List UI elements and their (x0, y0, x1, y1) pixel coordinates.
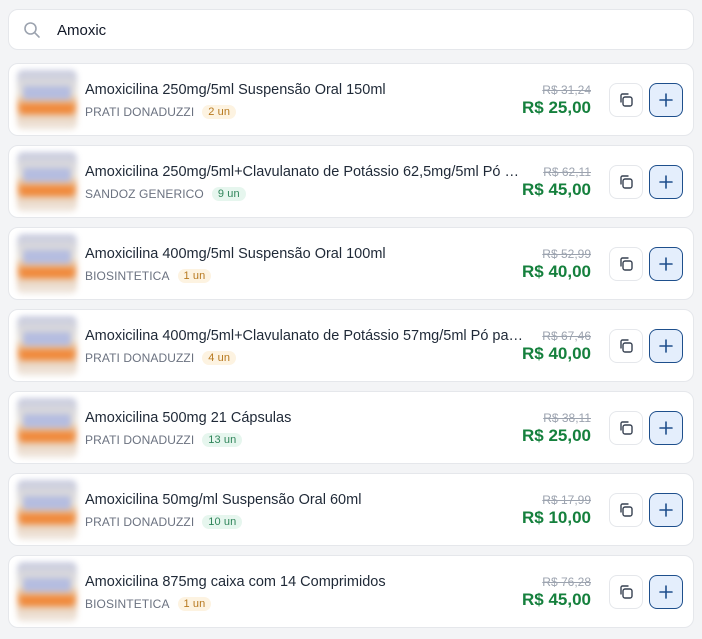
product-lab-row: PRATI DONADUZZI 4 un (85, 351, 237, 365)
sale-price: R$ 25,00 (522, 426, 591, 445)
product-manufacturer: PRATI DONADUZZI (85, 515, 195, 529)
product-manufacturer: PRATI DONADUZZI (85, 433, 195, 447)
product-image (17, 480, 77, 540)
copy-icon (620, 175, 633, 189)
copy-icon (620, 93, 633, 107)
original-price: R$ 67,46 (542, 329, 591, 343)
product-name: Amoxicilina 250mg/5ml Suspensão Oral 150… (85, 82, 386, 98)
copy-icon (620, 503, 633, 517)
copy-button[interactable] (609, 247, 643, 281)
copy-icon (620, 585, 633, 599)
stock-badge: 10 un (202, 515, 243, 529)
product-card[interactable]: Amoxicilina 250mg/5ml Suspensão Oral 150… (8, 63, 694, 136)
product-lab-row: PRATI DONADUZZI 13 un (85, 433, 243, 447)
add-button[interactable] (649, 411, 683, 445)
copy-button[interactable] (609, 165, 643, 199)
search-bar[interactable] (8, 9, 694, 50)
copy-button[interactable] (609, 83, 643, 117)
original-price: R$ 62,11 (543, 165, 591, 179)
original-price: R$ 17,99 (542, 493, 591, 507)
product-lab-row: BIOSINTETICA 1 un (85, 269, 212, 283)
plus-icon (659, 175, 673, 189)
product-lab-row: SANDOZ GENERICO 9 un (85, 187, 246, 201)
add-button[interactable] (649, 165, 683, 199)
product-manufacturer: PRATI DONADUZZI (85, 351, 195, 365)
original-price: R$ 52,99 (542, 247, 591, 261)
stock-badge: 2 un (202, 105, 237, 119)
product-manufacturer: BIOSINTETICA (85, 269, 170, 283)
copy-icon (620, 339, 633, 353)
product-name: Amoxicilina 50mg/ml Suspensão Oral 60ml (85, 492, 362, 508)
product-card[interactable]: Amoxicilina 50mg/ml Suspensão Oral 60ml … (8, 473, 694, 546)
sale-price: R$ 40,00 (522, 344, 591, 363)
product-name: Amoxicilina 250mg/5ml+Clavulanato de Pot… (85, 164, 525, 180)
search-icon (24, 22, 40, 38)
product-lab-row: BIOSINTETICA 1 un (85, 597, 212, 611)
product-card[interactable]: Amoxicilina 500mg 21 Cápsulas PRATI DONA… (8, 391, 694, 464)
copy-button[interactable] (609, 575, 643, 609)
stock-badge: 1 un (177, 597, 212, 611)
copy-button[interactable] (609, 493, 643, 527)
sale-price: R$ 40,00 (522, 262, 591, 281)
product-card[interactable]: Amoxicilina 875mg caixa com 14 Comprimid… (8, 555, 694, 628)
copy-button[interactable] (609, 411, 643, 445)
product-manufacturer: SANDOZ GENERICO (85, 187, 204, 201)
copy-button[interactable] (609, 329, 643, 363)
product-manufacturer: PRATI DONADUZZI (85, 105, 195, 119)
sale-price: R$ 45,00 (522, 180, 591, 199)
stock-badge: 1 un (177, 269, 212, 283)
product-manufacturer: BIOSINTETICA (85, 597, 170, 611)
plus-icon (659, 339, 673, 353)
plus-icon (659, 585, 673, 599)
product-name: Amoxicilina 500mg 21 Cápsulas (85, 410, 292, 426)
sale-price: R$ 10,00 (522, 508, 591, 527)
sale-price: R$ 45,00 (522, 590, 591, 609)
product-image (17, 234, 77, 294)
copy-icon (620, 421, 633, 435)
stock-badge: 4 un (202, 351, 237, 365)
product-name: Amoxicilina 400mg/5ml+Clavulanato de Pot… (85, 328, 525, 344)
product-card[interactable]: Amoxicilina 250mg/5ml+Clavulanato de Pot… (8, 145, 694, 218)
product-name: Amoxicilina 400mg/5ml Suspensão Oral 100… (85, 246, 386, 262)
product-image (17, 562, 77, 622)
stock-badge: 9 un (211, 187, 246, 201)
original-price: R$ 31,24 (542, 83, 591, 97)
original-price: R$ 76,28 (542, 575, 591, 589)
stock-badge: 13 un (202, 433, 243, 447)
plus-icon (659, 503, 673, 517)
add-button[interactable] (649, 575, 683, 609)
product-lab-row: PRATI DONADUZZI 10 un (85, 515, 243, 529)
add-button[interactable] (649, 493, 683, 527)
add-button[interactable] (649, 329, 683, 363)
add-button[interactable] (649, 83, 683, 117)
sale-price: R$ 25,00 (522, 98, 591, 117)
original-price: R$ 38,11 (543, 411, 591, 425)
product-image (17, 70, 77, 130)
product-name: Amoxicilina 875mg caixa com 14 Comprimid… (85, 574, 386, 590)
product-lab-row: PRATI DONADUZZI 2 un (85, 105, 237, 119)
plus-icon (659, 93, 673, 107)
add-button[interactable] (649, 247, 683, 281)
copy-icon (620, 257, 633, 271)
plus-icon (659, 257, 673, 271)
product-image (17, 316, 77, 376)
search-input[interactable] (49, 18, 669, 42)
product-image (17, 398, 77, 458)
product-image (17, 152, 77, 212)
plus-icon (659, 421, 673, 435)
product-card[interactable]: Amoxicilina 400mg/5ml Suspensão Oral 100… (8, 227, 694, 300)
product-card[interactable]: Amoxicilina 400mg/5ml+Clavulanato de Pot… (8, 309, 694, 382)
